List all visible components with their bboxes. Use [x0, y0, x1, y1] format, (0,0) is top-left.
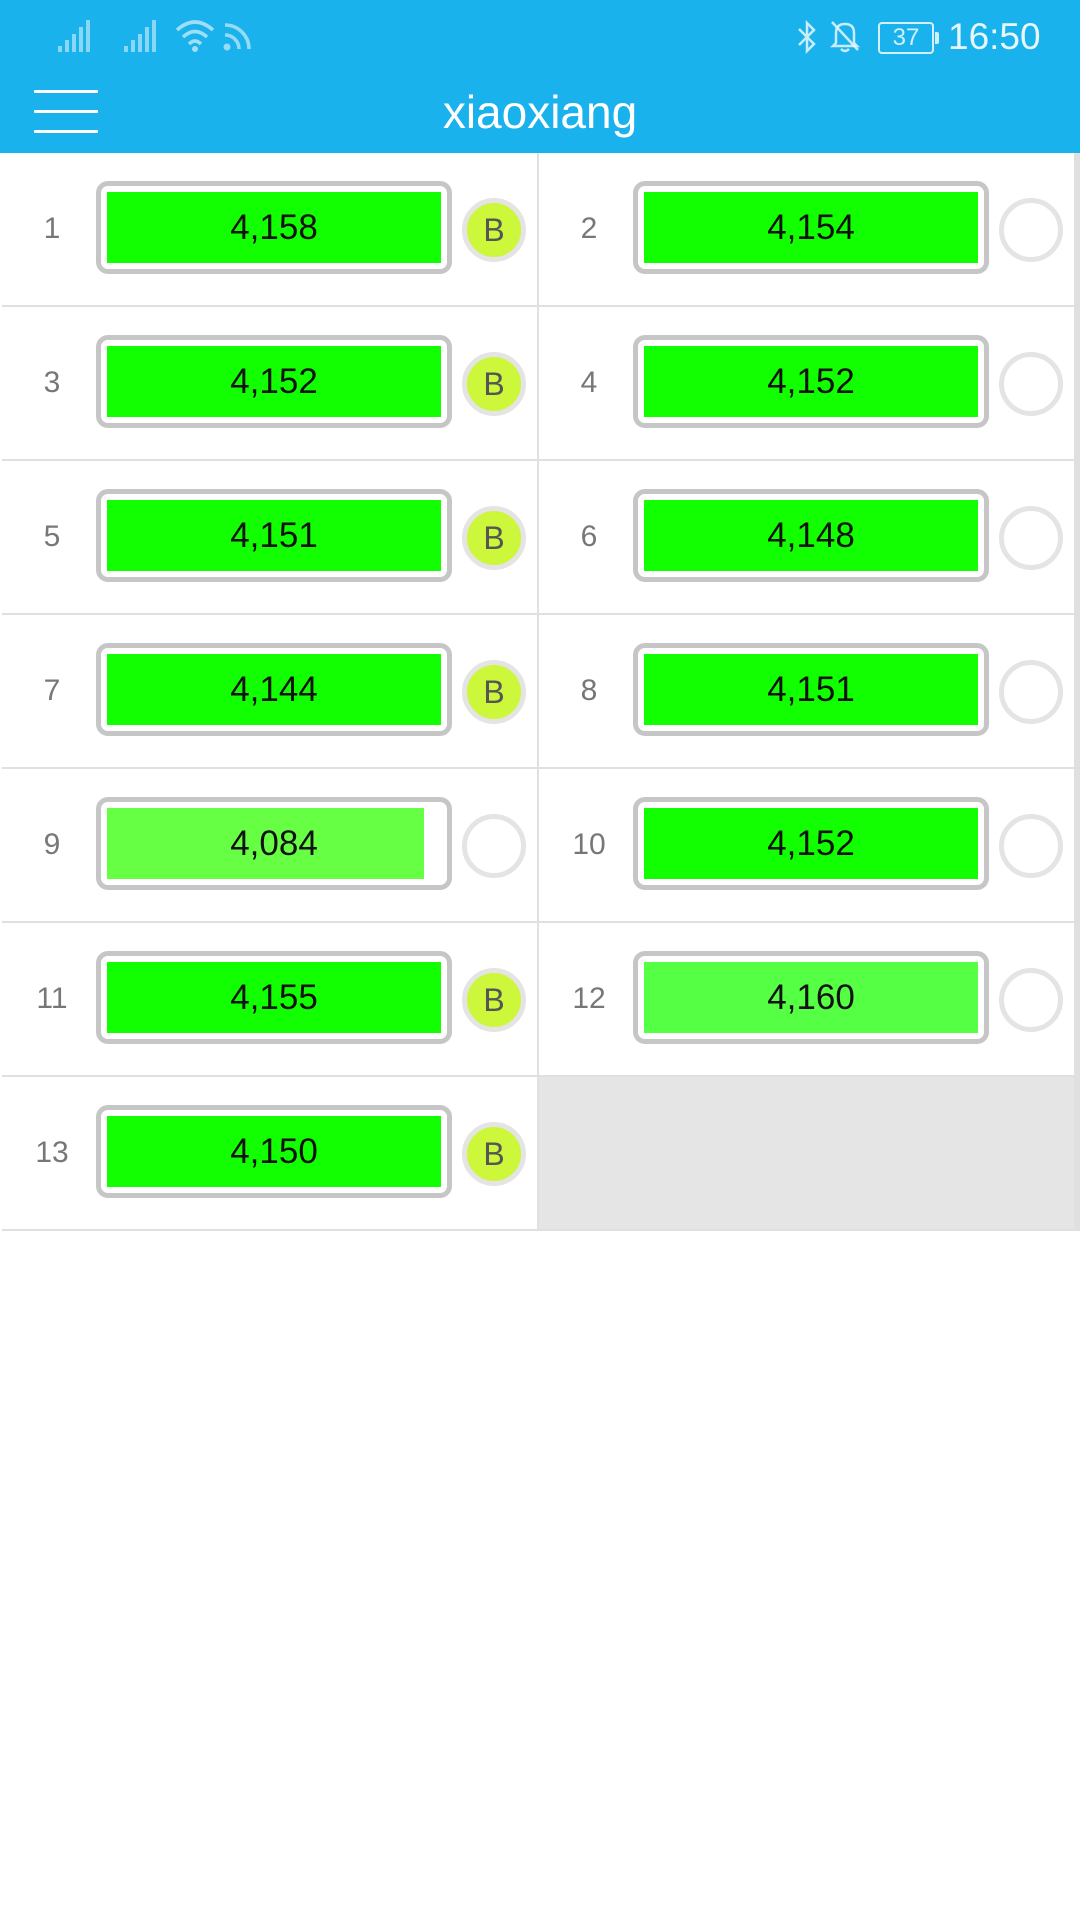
cell-voltage: 4,154	[767, 208, 855, 247]
cell-voltage: 4,152	[230, 362, 318, 401]
signal-icon	[58, 20, 90, 52]
cell-voltage: 4,084	[230, 824, 318, 863]
voltage-bar: 4,160	[633, 951, 989, 1044]
battery-icon: 37	[878, 22, 939, 54]
cell-item[interactable]: 9 4,084	[2, 769, 537, 921]
cell-voltage: 4,151	[230, 516, 318, 555]
bell-off-icon	[829, 21, 861, 53]
cell-item[interactable]: 11 4,155 B	[2, 923, 537, 1075]
voltage-bar: 4,152	[96, 335, 452, 428]
cell-voltage: 4,155	[230, 978, 318, 1017]
voltage-bar: 4,151	[633, 643, 989, 736]
cell-voltage: 4,148	[767, 516, 855, 555]
cell-item[interactable]: 1 4,158 B	[2, 153, 537, 305]
balance-indicator	[999, 814, 1063, 878]
cell-index: 5	[43, 520, 61, 553]
balance-indicator	[999, 660, 1063, 724]
balance-badge: B	[462, 660, 526, 724]
cell-item[interactable]: 12 4,160	[539, 923, 1074, 1075]
app-bar: xiaoxiang	[0, 76, 1080, 153]
cell-voltage: 4,152	[767, 362, 855, 401]
voltage-bar: 4,148	[633, 489, 989, 582]
cell-index: 1	[43, 212, 61, 245]
cell-index: 4	[580, 366, 598, 399]
cell-index: 7	[43, 674, 61, 707]
status-time: 16:50	[948, 16, 1041, 57]
balance-indicator	[462, 814, 526, 878]
cell-index: 13	[35, 1136, 69, 1169]
status-bar: 37 16:50	[0, 0, 1080, 76]
cell-voltage: 4,160	[767, 978, 855, 1017]
cell-index: 2	[580, 212, 598, 245]
cell-item[interactable]: 3 4,152 B	[2, 307, 537, 459]
cell-item[interactable]: 10 4,152	[539, 769, 1074, 921]
cell-item[interactable]: 6 4,148	[539, 461, 1074, 613]
balance-badge: B	[462, 1122, 526, 1186]
cell-voltage: 4,150	[230, 1132, 318, 1171]
cell-index: 3	[43, 366, 61, 399]
balance-badge: B	[462, 968, 526, 1032]
cell-item[interactable]: 2 4,154	[539, 153, 1074, 305]
balance-badge: B	[462, 198, 526, 262]
cell-index: 9	[43, 828, 61, 861]
bluetooth-icon	[798, 20, 816, 54]
balance-indicator	[999, 198, 1063, 262]
cell-item[interactable]: 4 4,152	[539, 307, 1074, 459]
cell-item[interactable]: 13 4,150 B	[2, 1077, 537, 1229]
voltage-bar: 4,084	[96, 797, 452, 890]
cell-voltage: 4,151	[767, 670, 855, 709]
cell-voltage: 4,144	[230, 670, 318, 709]
cell-index: 10	[572, 828, 606, 861]
page-title: xiaoxiang	[442, 86, 638, 138]
balance-badge: B	[462, 506, 526, 570]
balance-indicator	[999, 352, 1063, 416]
voltage-bar: 4,155	[96, 951, 452, 1044]
wifi-icon	[175, 20, 215, 52]
voltage-bar: 4,151	[96, 489, 452, 582]
voltage-bar: 4,152	[633, 335, 989, 428]
cell-item[interactable]: 5 4,151 B	[2, 461, 537, 613]
voltage-bar: 4,144	[96, 643, 452, 736]
cell-item[interactable]: 8 4,151	[539, 615, 1074, 767]
balance-badge: B	[462, 352, 526, 416]
cell-item[interactable]: 7 4,144 B	[2, 615, 537, 767]
voltage-bar: 4,152	[633, 797, 989, 890]
cell-voltage: 4,152	[767, 824, 855, 863]
cell-grid: 1 4,158 B 2 4,154 3 4,152 B 4 4,152 5 4,151 B 6 4,148 7…	[2, 153, 1080, 1231]
cell-index: 8	[580, 674, 598, 707]
empty-cell	[539, 1077, 1074, 1229]
voltage-bar: 4,154	[633, 181, 989, 274]
app-root: 37 16:50 xiaoxiang 1 4,158 B 2 4,154 3 4,152 B 4…	[0, 0, 1080, 1920]
signal-icon	[124, 20, 156, 52]
balance-indicator	[999, 506, 1063, 570]
cell-index: 11	[36, 982, 68, 1015]
header: 37 16:50 xiaoxiang	[0, 0, 1080, 153]
balance-indicator	[999, 968, 1063, 1032]
voltage-bar: 4,158	[96, 181, 452, 274]
cell-voltage: 4,158	[230, 208, 318, 247]
voltage-bar: 4,150	[96, 1105, 452, 1198]
cell-index: 6	[580, 520, 598, 553]
rss-icon	[223, 23, 251, 51]
cell-index: 12	[572, 982, 606, 1015]
